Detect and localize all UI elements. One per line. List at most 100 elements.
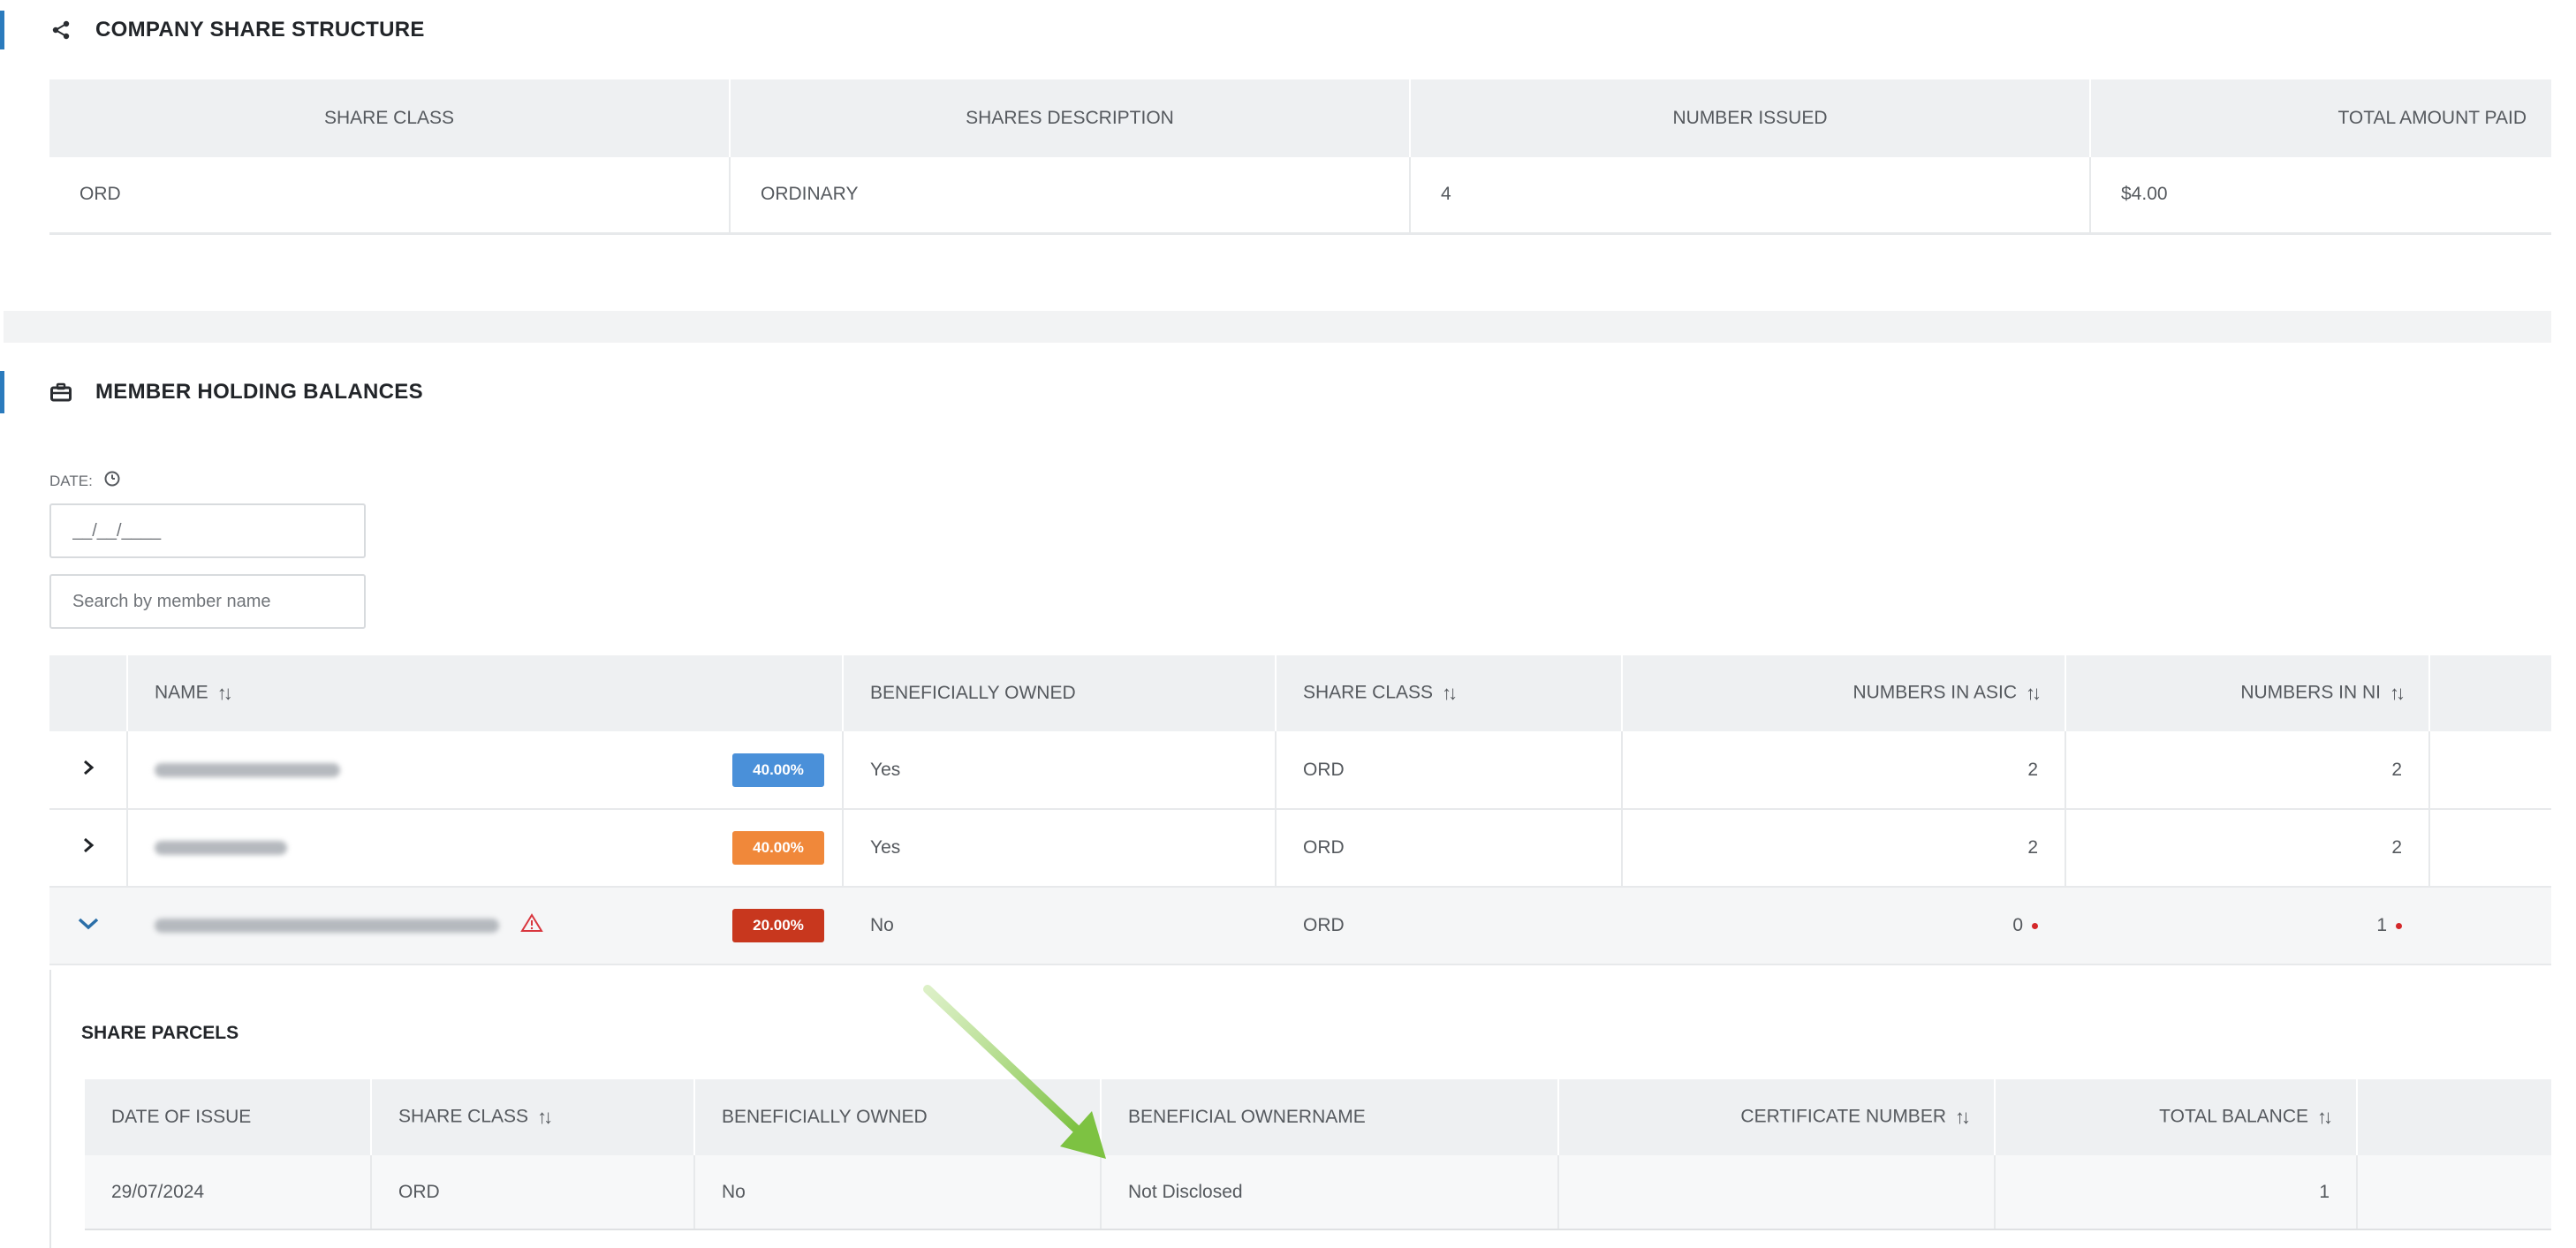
table-row: ORD ORDINARY 4 $4.00	[49, 157, 2551, 235]
expand-cell[interactable]	[49, 731, 128, 810]
mismatch-indicator	[2032, 922, 2038, 929]
cell-actions	[2429, 809, 2551, 888]
column-header-share-class: SHARE CLASS	[49, 79, 731, 157]
cell-share-class: ORD	[371, 1155, 695, 1230]
cell-share-class: ORD	[1276, 809, 1623, 888]
briefcase-icon	[49, 381, 72, 404]
table-header-row: SHARE CLASS SHARES DESCRIPTION NUMBER IS…	[49, 79, 2551, 157]
cell-date-of-issue: 29/07/2024	[85, 1155, 372, 1230]
cell-actions	[2357, 1155, 2551, 1230]
cell-certificate-number	[1558, 1155, 1996, 1230]
percentage-badge: 40.00%	[732, 831, 824, 865]
chevron-right-icon[interactable]	[81, 760, 95, 781]
warning-icon	[520, 913, 543, 938]
section-divider	[4, 311, 2551, 343]
column-header-label: SHARE CLASS	[398, 1106, 529, 1127]
chevron-down-icon[interactable]	[77, 915, 100, 935]
sort-icon[interactable]: ↑↓	[537, 1106, 553, 1129]
table-row[interactable]: 40.00% Yes ORD 2 2	[49, 809, 2551, 888]
cell-numbers-in-ni: 2	[2065, 809, 2430, 888]
cell-share-class: ORD	[49, 157, 731, 235]
column-header-beneficial-ownername: BENEFICIAL OWNERNAME	[1101, 1079, 1559, 1155]
member-name-cell: 40.00%	[127, 809, 844, 888]
company-share-structure-header: COMPANY SHARE STRUCTURE	[49, 18, 425, 42]
cell-beneficially-owned: No	[843, 887, 1277, 965]
column-header-expand	[49, 655, 128, 731]
chevron-right-icon[interactable]	[81, 837, 95, 858]
cell-share-class: ORD	[1276, 887, 1623, 965]
cell-beneficially-owned: Yes	[843, 731, 1277, 810]
page: COMPANY SHARE STRUCTURE SHARE CLASS SHAR…	[0, 0, 2576, 1248]
cell-numbers-in-ni: 1	[2065, 887, 2430, 965]
table-row[interactable]: 20.00% No ORD 0 1	[49, 887, 2551, 965]
column-header-numbers-in-asic[interactable]: NUMBERS IN ASIC ↑↓	[1622, 655, 2066, 731]
cell-beneficial-ownername: Not Disclosed	[1101, 1155, 1559, 1230]
member-holdings-table: NAME ↑↓ BENEFICIALLY OWNED SHARE CLASS ↑↓ …	[49, 655, 2551, 965]
column-header-shares-description: SHARES DESCRIPTION	[730, 79, 1411, 157]
cell-numbers-in-asic: 2	[1622, 809, 2066, 888]
column-header-numbers-in-ni[interactable]: NUMBERS IN NI ↑↓	[2065, 655, 2430, 731]
share-icon	[49, 19, 72, 42]
column-header-total-balance[interactable]: TOTAL BALANCE ↑↓	[1995, 1079, 2358, 1155]
member-name-cell: 20.00%	[127, 887, 844, 965]
member-holding-balances-header: MEMBER HOLDING BALANCES	[49, 380, 423, 405]
sort-icon[interactable]: ↑↓	[2026, 682, 2042, 705]
expand-cell[interactable]	[49, 887, 128, 965]
sort-icon[interactable]: ↑↓	[1442, 682, 1458, 705]
date-label-text: DATE:	[49, 472, 93, 489]
section-title: MEMBER HOLDING BALANCES	[95, 380, 423, 404]
member-name	[155, 762, 340, 777]
column-header-total-amount-paid: TOTAL AMOUNT PAID	[2090, 79, 2551, 157]
column-header-label: TOTAL BALANCE	[2159, 1106, 2308, 1127]
column-header-label: NUMBERS IN ASIC	[1852, 682, 2017, 703]
column-header-beneficially-owned: BENEFICIALLY OWNED	[843, 655, 1277, 731]
column-header-beneficially-owned: BENEFICIALLY OWNED	[694, 1079, 1102, 1155]
sort-icon[interactable]: ↑↓	[1955, 1106, 1971, 1129]
section-accent-bar	[0, 11, 4, 49]
column-header-date-of-issue: DATE OF ISSUE	[85, 1079, 372, 1155]
cell-beneficially-owned: No	[694, 1155, 1102, 1230]
date-filter-label: DATE:	[49, 470, 121, 492]
cell-numbers-in-ni: 2	[2065, 731, 2430, 810]
cell-shares-description: ORDINARY	[730, 157, 1411, 235]
expand-cell[interactable]	[49, 809, 128, 888]
cell-actions	[2429, 887, 2551, 965]
mismatch-indicator	[2396, 922, 2402, 929]
table-header-row: NAME ↑↓ BENEFICIALLY OWNED SHARE CLASS ↑↓ …	[49, 655, 2551, 731]
share-parcels-table: DATE OF ISSUE SHARE CLASS ↑↓ BENEFICIALLY…	[85, 1079, 2551, 1230]
column-header-label: NUMBERS IN NI	[2240, 682, 2381, 703]
section-title: COMPANY SHARE STRUCTURE	[95, 18, 425, 42]
cell-total-amount-paid: $4.00	[2090, 157, 2551, 235]
column-header-actions	[2429, 655, 2551, 731]
percentage-badge: 40.00%	[732, 753, 824, 787]
column-header-share-class[interactable]: SHARE CLASS ↑↓	[1276, 655, 1623, 731]
cell-actions	[2429, 731, 2551, 810]
share-parcels-panel: SHARE PARCELS DATE OF ISSUE SHARE CLASS ↑…	[49, 970, 2551, 1248]
sort-icon[interactable]: ↑↓	[2317, 1106, 2333, 1129]
column-header-name[interactable]: NAME ↑↓	[127, 655, 844, 731]
percentage-badge: 20.00%	[732, 909, 824, 942]
sort-icon[interactable]: ↑↓	[217, 682, 233, 705]
clock-icon[interactable]	[103, 470, 121, 492]
column-header-share-class[interactable]: SHARE CLASS ↑↓	[371, 1079, 695, 1155]
member-name	[155, 841, 287, 856]
table-row[interactable]: 40.00% Yes ORD 2 2	[49, 731, 2551, 810]
company-share-structure-table: SHARE CLASS SHARES DESCRIPTION NUMBER IS…	[49, 79, 2551, 235]
column-header-label: CERTIFICATE NUMBER	[1740, 1106, 1946, 1127]
table-header-row: DATE OF ISSUE SHARE CLASS ↑↓ BENEFICIALLY…	[85, 1079, 2551, 1155]
asic-value: 0	[2012, 915, 2023, 935]
section-accent-bar	[0, 371, 4, 413]
cell-share-class: ORD	[1276, 731, 1623, 810]
table-row: 29/07/2024 ORD No Not Disclosed 1	[85, 1155, 2551, 1230]
sort-icon[interactable]: ↑↓	[2390, 682, 2406, 705]
cell-number-issued: 4	[1410, 157, 2091, 235]
column-header-certificate-number[interactable]: CERTIFICATE NUMBER ↑↓	[1558, 1079, 1996, 1155]
cell-numbers-in-asic: 2	[1622, 731, 2066, 810]
date-input[interactable]	[49, 503, 366, 558]
share-parcels-title: SHARE PARCELS	[81, 1023, 239, 1043]
column-header-actions	[2357, 1079, 2551, 1155]
cell-total-balance: 1	[1995, 1155, 2358, 1230]
member-search-input[interactable]	[49, 574, 366, 629]
ni-value: 1	[2376, 915, 2387, 935]
member-name	[155, 919, 499, 933]
